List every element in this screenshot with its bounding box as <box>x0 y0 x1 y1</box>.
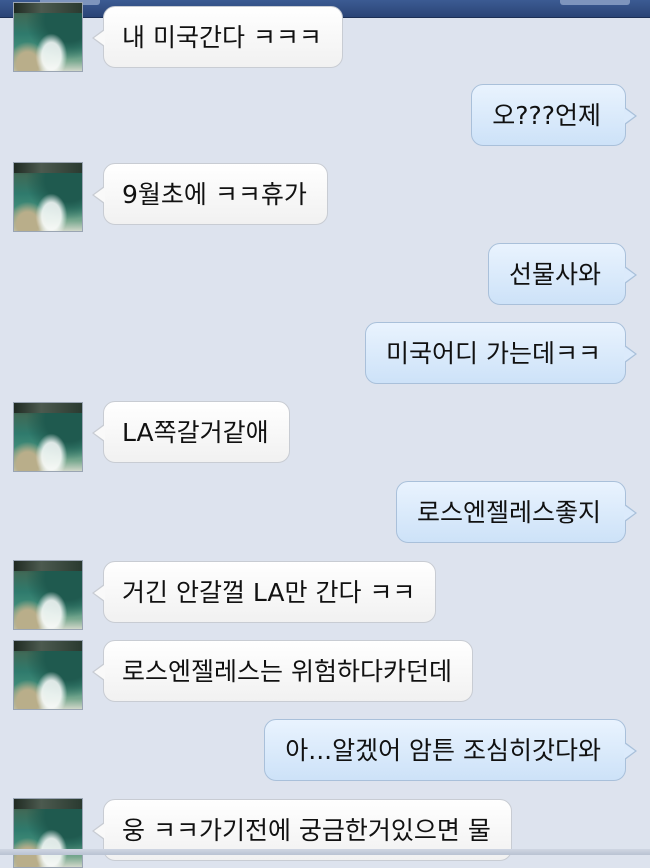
message-text: 오???언제 <box>492 101 601 130</box>
message-bubble-outgoing[interactable]: 오???언제 <box>471 84 637 146</box>
message-bubble-incoming[interactable]: 거긴 안갈껄 LA만 간다 ㅋㅋ <box>91 561 437 623</box>
message-text: 거긴 안갈껄 LA만 간다 ㅋㅋ <box>122 578 416 607</box>
message-text: 웅 ㅋㅋ가기전에 궁금한거있으면 물 <box>122 816 491 845</box>
message-text: 9월초에 ㅋㅋ휴가 <box>122 180 307 209</box>
avatar[interactable] <box>13 162 83 232</box>
chat-conversation: 내 미국간다 ㅋㅋㅋ 오???언제 9월초에 ㅋㅋ휴가 선물사와 미국어디 가는… <box>0 0 650 868</box>
message-bubble-incoming[interactable]: 내 미국간다 ㅋㅋㅋ <box>92 6 343 68</box>
message-bubble-incoming[interactable]: 로스엔젤레스는 위험하다카던데 <box>92 640 473 702</box>
message-text: 선물사와 <box>508 260 601 289</box>
message-text: 로스엔젤레스좋지 <box>416 498 601 527</box>
message-text: 내 미국간다 ㅋㅋㅋ <box>122 23 322 52</box>
avatar[interactable] <box>13 560 83 630</box>
message-text: 아...알겠어 암튼 조심히갓다와 <box>285 736 601 765</box>
avatar[interactable] <box>13 402 83 472</box>
message-bubble-outgoing[interactable]: 아...알겠어 암튼 조심히갓다와 <box>264 719 637 781</box>
message-text: 미국어디 가는데ㅋㅋ <box>386 339 601 368</box>
message-text: LA쪽갈거같애 <box>122 418 269 447</box>
message-bubble-outgoing[interactable]: 로스엔젤레스좋지 <box>395 481 638 543</box>
avatar[interactable] <box>13 2 83 72</box>
message-text: 로스엔젤레스는 위험하다카던데 <box>122 657 452 686</box>
message-bubble-incoming[interactable]: LA쪽갈거같애 <box>92 401 290 463</box>
message-bubble-outgoing[interactable]: 미국어디 가는데ㅋㅋ <box>365 322 637 384</box>
avatar[interactable] <box>13 640 83 710</box>
message-bubble-outgoing[interactable]: 선물사와 <box>487 243 638 305</box>
bottom-toolbar <box>0 849 650 855</box>
avatar[interactable] <box>13 798 83 868</box>
message-bubble-incoming[interactable]: 9월초에 ㅋㅋ휴가 <box>92 163 328 225</box>
